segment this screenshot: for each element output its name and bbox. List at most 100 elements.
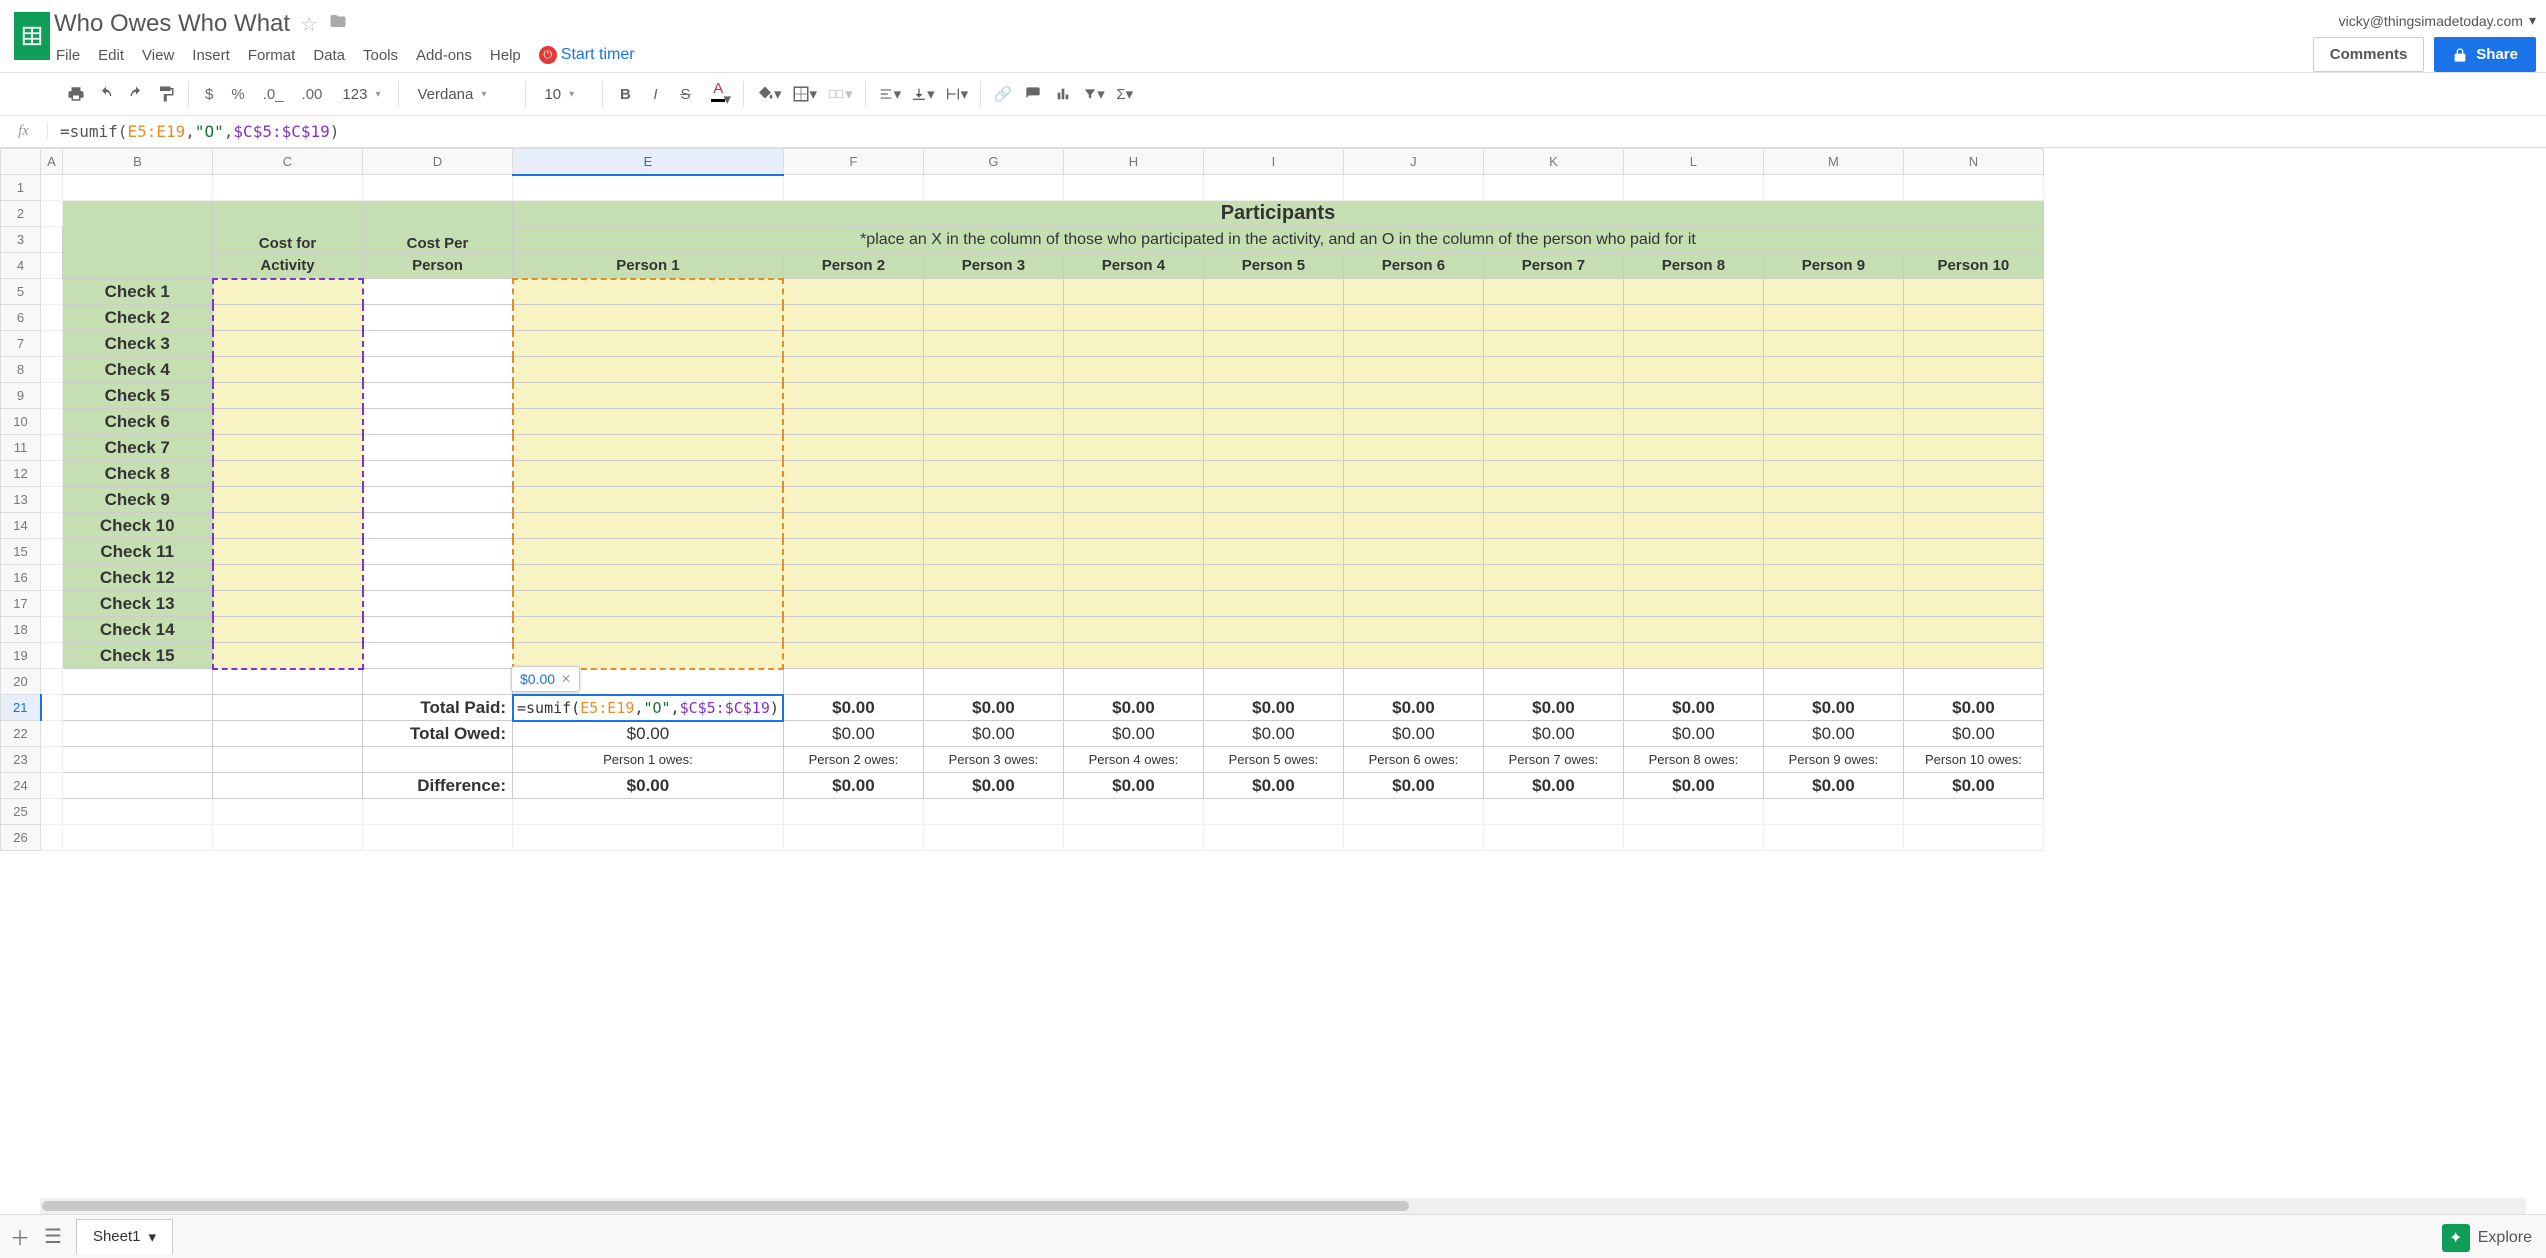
functions-button[interactable]: Σ▾ <box>1111 80 1139 108</box>
account-dropdown[interactable]: vicky@thingsimadetoday.com ▾ <box>2339 12 2536 29</box>
row-header-8[interactable]: 8 <box>1 357 41 383</box>
text-color-button[interactable]: A ▾ <box>701 80 735 108</box>
menu-format[interactable]: Format <box>248 47 296 64</box>
row-header-18[interactable]: 18 <box>1 617 41 643</box>
menu-help[interactable]: Help <box>490 47 521 64</box>
row-header-9[interactable]: 9 <box>1 383 41 409</box>
share-label: Share <box>2476 46 2518 63</box>
col-header-A[interactable]: A <box>41 149 63 175</box>
col-header-C[interactable]: C <box>213 149 363 175</box>
sheet-tab[interactable]: Sheet1 ▾ <box>76 1219 173 1254</box>
row-header-5[interactable]: 5 <box>1 279 41 305</box>
col-header-J[interactable]: J <box>1343 149 1483 175</box>
menu-view[interactable]: View <box>142 47 174 64</box>
insert-chart-button[interactable] <box>1049 80 1077 108</box>
undo-icon[interactable] <box>92 80 120 108</box>
col-header-L[interactable]: L <box>1623 149 1763 175</box>
percent-button[interactable]: % <box>223 80 252 108</box>
borders-button[interactable]: ▾ <box>788 80 822 108</box>
menu-edit[interactable]: Edit <box>98 47 124 64</box>
menu-data[interactable]: Data <box>313 47 345 64</box>
filter-button[interactable]: ▾ <box>1079 80 1109 108</box>
row-header-2[interactable]: 2 <box>1 201 41 227</box>
start-timer-button[interactable]: ⏻ Start timer <box>539 46 635 64</box>
star-icon[interactable]: ☆ <box>300 12 318 37</box>
currency-button[interactable]: $ <box>197 80 221 108</box>
number-format-select[interactable]: 123▾ <box>332 80 390 108</box>
lock-icon <box>2452 47 2468 63</box>
row-header-4[interactable]: 4 <box>1 253 41 279</box>
col-header-M[interactable]: M <box>1763 149 1903 175</box>
col-header-B[interactable]: B <box>63 149 213 175</box>
col-header-E[interactable]: E <box>513 149 784 175</box>
row-header-10[interactable]: 10 <box>1 409 41 435</box>
v-align-button[interactable]: ▾ <box>907 80 939 108</box>
row-header-17[interactable]: 17 <box>1 591 41 617</box>
close-icon[interactable]: ✕ <box>561 672 571 686</box>
row-header-24[interactable]: 24 <box>1 773 41 799</box>
share-button[interactable]: Share <box>2434 37 2536 72</box>
row-header-26[interactable]: 26 <box>1 825 41 851</box>
fill-color-button[interactable]: ▾ <box>752 80 786 108</box>
paint-format-icon[interactable] <box>152 80 180 108</box>
row-header-20[interactable]: 20 <box>1 669 41 695</box>
col-header-G[interactable]: G <box>923 149 1063 175</box>
increase-decimal-button[interactable]: .00 <box>294 80 331 108</box>
row-header-21[interactable]: 21 <box>1 695 41 721</box>
font-name-select[interactable]: Verdana▾ <box>407 80 517 108</box>
horizontal-scrollbar[interactable] <box>40 1198 2526 1214</box>
add-sheet-button[interactable]: ＋ <box>10 1222 30 1251</box>
col-header-I[interactable]: I <box>1203 149 1343 175</box>
explore-icon: ✦ <box>2442 1224 2470 1252</box>
row-header-16[interactable]: 16 <box>1 565 41 591</box>
row-header-15[interactable]: 15 <box>1 539 41 565</box>
all-sheets-button[interactable]: ☰ <box>44 1224 62 1249</box>
col-header-H[interactable]: H <box>1063 149 1203 175</box>
row-header-19[interactable]: 19 <box>1 643 41 669</box>
menu-insert[interactable]: Insert <box>192 47 230 64</box>
document-title[interactable]: Who Owes Who What <box>54 10 290 38</box>
row-header-13[interactable]: 13 <box>1 487 41 513</box>
italic-button[interactable]: I <box>641 80 669 108</box>
col-header-K[interactable]: K <box>1483 149 1623 175</box>
menu-file[interactable]: File <box>56 47 80 64</box>
strikethrough-button[interactable]: S <box>671 80 699 108</box>
insert-comment-button[interactable] <box>1019 80 1047 108</box>
row-header-23[interactable]: 23 <box>1 747 41 773</box>
row-header-11[interactable]: 11 <box>1 435 41 461</box>
menu-bar: File Edit View Insert Format Data Tools Add-ons… <box>54 40 2313 70</box>
font-size-select[interactable]: 10▾ <box>534 80 594 108</box>
col-header-N[interactable]: N <box>1903 149 2043 175</box>
sheets-logo[interactable] <box>10 8 54 68</box>
folder-icon[interactable] <box>328 12 348 36</box>
row-header-22[interactable]: 22 <box>1 721 41 747</box>
decrease-decimal-button[interactable]: .0_ <box>255 80 292 108</box>
row-header-1[interactable]: 1 <box>1 175 41 201</box>
explore-button[interactable]: ✦ Explore <box>2442 1224 2532 1252</box>
insert-link-button[interactable]: 🔗 <box>989 80 1017 108</box>
h-align-button[interactable]: ▾ <box>874 80 906 108</box>
bold-button[interactable]: B <box>611 80 639 108</box>
row-header-6[interactable]: 6 <box>1 305 41 331</box>
formula-input[interactable]: =sumif(E5:E19,"O",$C$5:$C$19) <box>48 122 2546 141</box>
row-header-14[interactable]: 14 <box>1 513 41 539</box>
formula-result-preview: $0.00✕ <box>511 666 580 692</box>
print-icon[interactable] <box>62 80 90 108</box>
explore-label: Explore <box>2478 1229 2532 1247</box>
account-email: vicky@thingsimadetoday.com <box>2339 13 2523 29</box>
col-header-D[interactable]: D <box>363 149 513 175</box>
comments-button[interactable]: Comments <box>2313 37 2425 72</box>
row-header-12[interactable]: 12 <box>1 461 41 487</box>
chevron-down-icon: ▾ <box>2529 12 2536 29</box>
merge-cells-button[interactable]: ▾ <box>823 80 857 108</box>
menu-tools[interactable]: Tools <box>363 47 398 64</box>
timer-icon: ⏻ <box>539 46 557 64</box>
row-header-7[interactable]: 7 <box>1 331 41 357</box>
row-header-25[interactable]: 25 <box>1 799 41 825</box>
col-header-F[interactable]: F <box>783 149 923 175</box>
menu-add-ons[interactable]: Add-ons <box>416 47 472 64</box>
row-header-3[interactable]: 3 <box>1 227 41 253</box>
redo-icon[interactable] <box>122 80 150 108</box>
start-timer-label: Start timer <box>561 46 635 64</box>
text-wrap-button[interactable]: ▾ <box>941 80 973 108</box>
